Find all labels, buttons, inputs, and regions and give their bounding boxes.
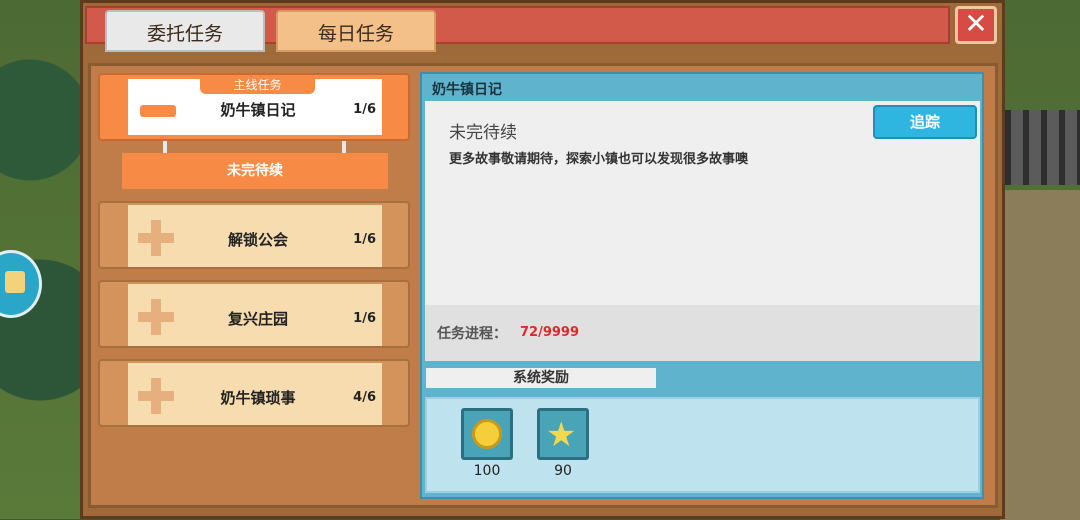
coin-icon xyxy=(472,419,502,449)
quest-count: 1/6 xyxy=(353,102,376,117)
fence xyxy=(1005,110,1080,185)
plus-icon-vertical xyxy=(151,378,161,414)
track-button[interactable]: 追踪 xyxy=(873,105,977,139)
quest-card: 奶牛镇琐事 4/6 xyxy=(128,363,382,425)
progress-label: 任务进程： xyxy=(437,326,507,342)
minus-icon xyxy=(140,105,176,117)
quest-name: 奶牛镇琐事 xyxy=(220,389,296,407)
dirt-path xyxy=(1000,190,1080,520)
quest-count: 1/6 xyxy=(353,311,376,326)
quest-card: 解锁公会 1/6 xyxy=(128,205,382,267)
close-button[interactable]: ✕ xyxy=(955,6,997,44)
star-icon: ★ xyxy=(546,415,577,455)
tab-commission-quests[interactable]: 委托任务 xyxy=(105,10,265,52)
calendar-icon xyxy=(5,271,25,293)
tab-daily-quests[interactable]: 每日任务 xyxy=(276,10,436,52)
detail-heading: 未完待续 xyxy=(449,123,517,143)
connector xyxy=(163,141,167,153)
quest-card: 复兴庄园 1/6 xyxy=(128,284,382,346)
progress-value: 72/9999 xyxy=(520,325,580,340)
reward-coin[interactable] xyxy=(461,408,513,460)
plus-icon-vertical xyxy=(151,299,161,335)
sub-quest-item[interactable]: 未完待续 xyxy=(122,153,388,189)
quest-count: 4/6 xyxy=(353,390,376,405)
quest-item-unlock-guild[interactable]: 解锁公会 1/6 xyxy=(98,201,410,269)
quest-count: 1/6 xyxy=(353,232,376,247)
quest-name: 奶牛镇日记 xyxy=(220,101,296,119)
detail-title: 奶牛镇日记 xyxy=(432,82,502,98)
reward-value: 90 xyxy=(554,463,572,479)
connector xyxy=(342,141,346,153)
quest-item-town-chores[interactable]: 奶牛镇琐事 4/6 xyxy=(98,359,410,427)
quest-item-revive-farm[interactable]: 复兴庄园 1/6 xyxy=(98,280,410,348)
detail-description: 更多故事敬请期待，探索小镇也可以发现很多故事噢 xyxy=(449,152,749,167)
progress-area xyxy=(425,305,980,361)
main-quest-ribbon: 主线任务 xyxy=(200,76,315,94)
rewards-tab: 系统奖励 xyxy=(424,366,658,390)
quest-name: 复兴庄园 xyxy=(227,310,288,328)
reward-star[interactable]: ★ xyxy=(537,408,589,460)
quest-name: 解锁公会 xyxy=(227,231,288,249)
plus-icon-vertical xyxy=(151,220,161,256)
reward-value: 100 xyxy=(473,463,501,479)
